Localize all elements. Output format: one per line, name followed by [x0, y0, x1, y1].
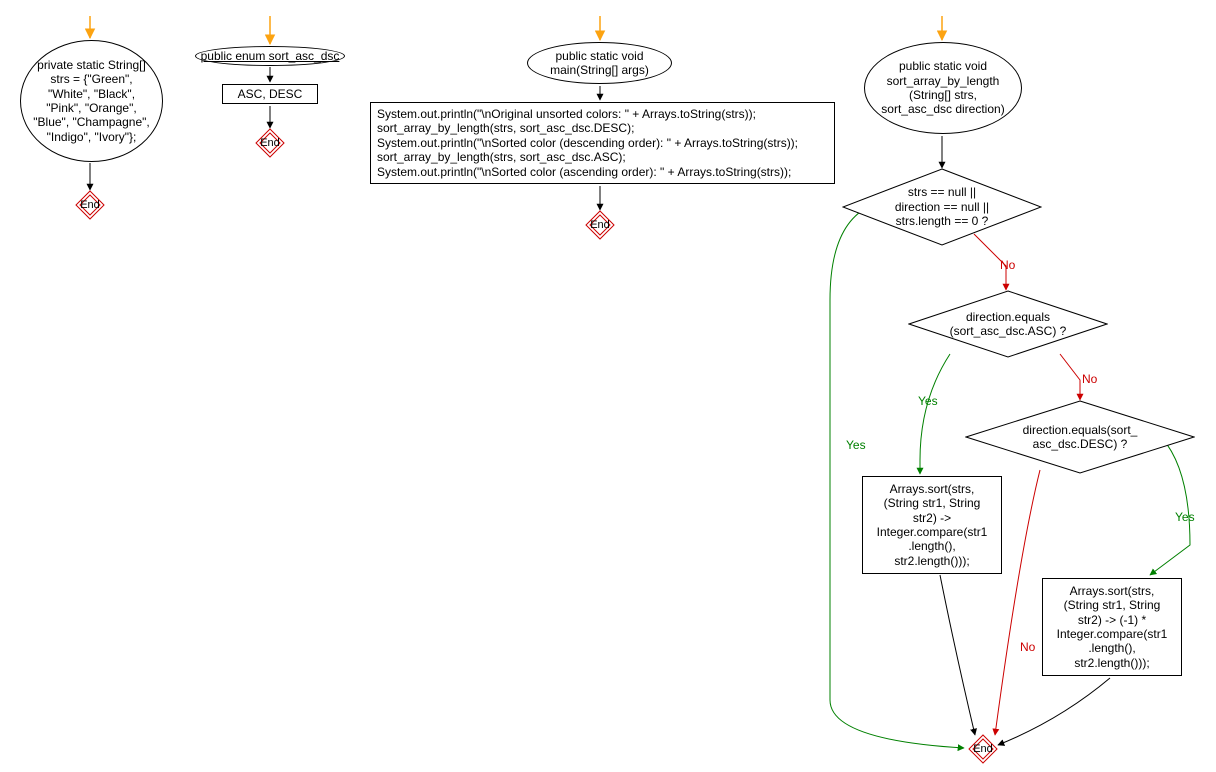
node-main-body: System.out.println("\nOriginal unsorted … — [370, 102, 835, 184]
node-strs-decl: private static String[] strs = {"Green",… — [20, 40, 163, 162]
flowchart-canvas: private static String[] strs = {"Green",… — [0, 0, 1216, 772]
decision-asc-text: direction.equals (sort_asc_dsc.ASC) ? — [950, 310, 1067, 339]
end-node-1: End — [75, 190, 105, 220]
end-node-4: End — [968, 734, 998, 764]
node-sort-decl-text: public static void sort_array_by_length … — [881, 59, 1004, 117]
end-node-3: End — [585, 210, 615, 240]
node-main-decl-text: public static void main(String[] args) — [550, 49, 649, 78]
node-main-decl: public static void main(String[] args) — [527, 42, 672, 84]
end-label: End — [585, 210, 615, 240]
decision-desc-text: direction.equals(sort_ asc_dsc.DESC) ? — [1023, 423, 1138, 452]
label-yes-1: Yes — [846, 438, 866, 452]
node-asc-desc: ASC, DESC — [222, 84, 318, 104]
end-label: End — [255, 128, 285, 158]
label-no-3: No — [1020, 640, 1035, 654]
node-sort-desc-body-text: Arrays.sort(strs, (String str1, String s… — [1057, 584, 1168, 670]
label-yes-2: Yes — [918, 394, 938, 408]
node-enum-decl-text: public enum sort_asc_dsc — [201, 49, 340, 63]
node-strs-decl-text: private static String[] strs = {"Green",… — [33, 58, 149, 144]
node-main-body-text: System.out.println("\nOriginal unsorted … — [377, 107, 798, 179]
decision-asc: direction.equals (sort_asc_dsc.ASC) ? — [908, 290, 1108, 358]
node-sort-asc-body: Arrays.sort(strs, (String str1, String s… — [862, 476, 1002, 574]
end-label: End — [75, 190, 105, 220]
node-sort-asc-body-text: Arrays.sort(strs, (String str1, String s… — [877, 482, 988, 568]
node-sort-desc-body: Arrays.sort(strs, (String str1, String s… — [1042, 578, 1182, 676]
label-yes-3: Yes — [1175, 510, 1195, 524]
end-node-2: End — [255, 128, 285, 158]
node-enum-decl: public enum sort_asc_dsc — [195, 46, 345, 66]
decision-null: strs == null || direction == null || str… — [842, 168, 1042, 246]
node-sort-decl: public static void sort_array_by_length … — [864, 42, 1022, 134]
end-label: End — [968, 734, 998, 764]
node-asc-desc-text: ASC, DESC — [238, 87, 303, 101]
decision-null-text: strs == null || direction == null || str… — [895, 185, 989, 228]
label-no-1: No — [1000, 258, 1015, 272]
decision-desc: direction.equals(sort_ asc_dsc.DESC) ? — [965, 400, 1195, 474]
label-no-2: No — [1082, 372, 1097, 386]
